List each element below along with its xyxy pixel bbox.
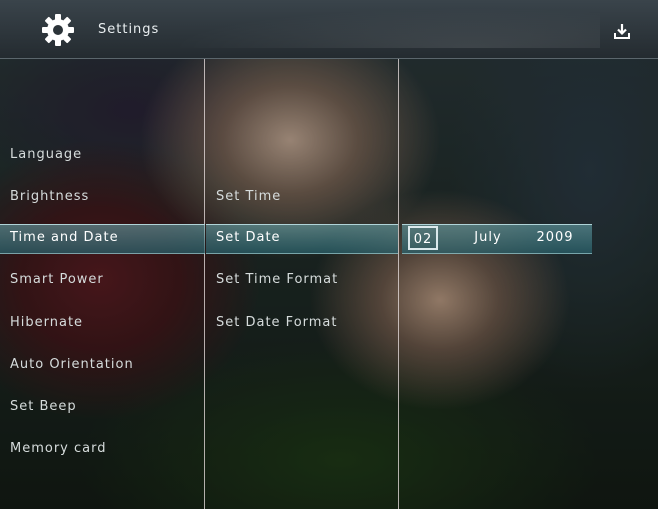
download-icon[interactable]: [613, 22, 631, 40]
menu-item-hibernate[interactable]: Hibernate: [10, 310, 203, 336]
submenu-item-set-date-format[interactable]: Set Date Format: [216, 310, 396, 336]
menu-item-smart-power[interactable]: Smart Power: [10, 267, 203, 293]
submenu-item-set-time[interactable]: Set Time: [216, 184, 396, 210]
column-divider: [204, 59, 205, 509]
gear-icon: [42, 14, 74, 46]
menu-item-time-and-date[interactable]: Time and Date: [10, 225, 203, 251]
day-field[interactable]: 02: [408, 226, 438, 250]
submenu-item-set-date[interactable]: Set Date: [216, 225, 396, 251]
menu-item-memory-card[interactable]: Memory card: [10, 436, 203, 462]
menu-item-brightness[interactable]: Brightness: [10, 184, 203, 210]
column-divider: [398, 59, 399, 509]
year-field[interactable]: 2009: [530, 225, 580, 251]
background-photo-overlay: [0, 0, 658, 509]
page-title: Settings: [98, 22, 160, 37]
menu-item-language[interactable]: Language: [10, 142, 203, 168]
submenu-item-set-time-format[interactable]: Set Time Format: [216, 267, 396, 293]
menu-item-auto-orientation[interactable]: Auto Orientation: [10, 352, 203, 378]
menu-item-set-beep[interactable]: Set Beep: [10, 394, 203, 420]
month-field[interactable]: July: [458, 225, 518, 251]
header-bar: Settings: [0, 0, 658, 59]
photo-frame-screen: Settings Language Brightness Time and Da…: [0, 0, 658, 509]
